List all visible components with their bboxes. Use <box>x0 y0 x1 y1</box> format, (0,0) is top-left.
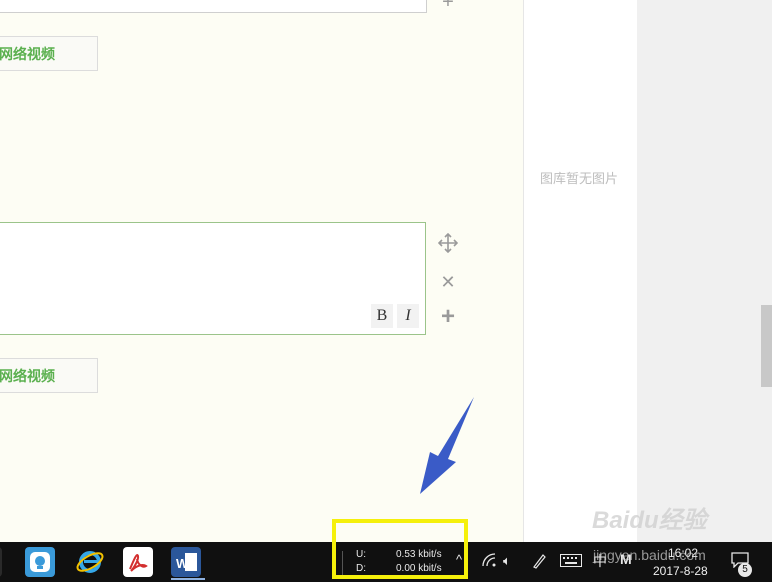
text-block-editor[interactable] <box>0 222 426 335</box>
plus-icon[interactable]: + <box>436 0 460 14</box>
notification-count-badge: 5 <box>738 563 752 577</box>
add-web-video-label: 加网络视频 <box>0 368 55 384</box>
wifi-icon[interactable] <box>482 553 496 570</box>
text-block-previous[interactable] <box>0 0 427 13</box>
taskbar-edge <box>0 547 2 577</box>
annotation-arrow <box>420 397 474 494</box>
scrollbar-track[interactable] <box>759 0 772 542</box>
close-icon[interactable]: ✕ <box>436 270 460 294</box>
svg-text:W: W <box>176 556 189 571</box>
page-gutter <box>637 0 772 542</box>
download-label: D: <box>356 563 366 574</box>
word-icon-graphic: W <box>176 553 197 571</box>
move-icon-graphic <box>437 232 459 254</box>
keyboard-icon[interactable] <box>560 554 582 570</box>
pdf-icon-graphic <box>129 554 148 572</box>
move-icon[interactable] <box>436 232 460 257</box>
watermark-url: jingyan.baidu.com <box>593 547 706 563</box>
add-web-video-button[interactable]: 加网络视频 <box>0 36 98 71</box>
add-web-video-label: 加网络视频 <box>0 46 55 62</box>
image-library-empty-text: 图库暂无图片 <box>540 171 619 186</box>
input-method-icon-graphic <box>30 552 50 572</box>
chevron-up-icon[interactable]: ^ <box>456 552 462 567</box>
image-library-panel <box>523 0 638 542</box>
pdf-icon[interactable] <box>123 547 153 577</box>
pen-icon-graphic <box>533 554 546 569</box>
wifi-icon-graphic <box>482 553 496 567</box>
ie-icon-graphic <box>76 551 104 573</box>
keyboard-icon-graphic <box>560 554 582 567</box>
baidu-jingyan-logo: Baidu经验 <box>592 507 707 534</box>
add-web-video-button[interactable]: 加网络视频 <box>0 358 98 393</box>
speaker-muted-icon[interactable]: 🔈︎ <box>503 553 511 569</box>
plus-icon[interactable]: + <box>436 305 460 329</box>
ie-icon[interactable] <box>75 547 105 577</box>
active-app-indicator <box>171 578 205 580</box>
toolbar-separator <box>342 551 343 575</box>
upload-label: U: <box>356 549 366 560</box>
italic-button[interactable]: I <box>397 304 419 328</box>
clock-date[interactable]: 2017-8-28 <box>653 564 708 578</box>
scrollbar-thumb[interactable] <box>761 305 772 387</box>
word-icon[interactable]: W <box>171 547 201 577</box>
pen-icon[interactable] <box>531 553 547 572</box>
bold-button[interactable]: B <box>371 304 393 328</box>
upload-speed: 0.53 kbit/s <box>396 549 442 560</box>
download-speed: 0.00 kbit/s <box>396 563 442 574</box>
input-method-icon[interactable] <box>25 547 55 577</box>
